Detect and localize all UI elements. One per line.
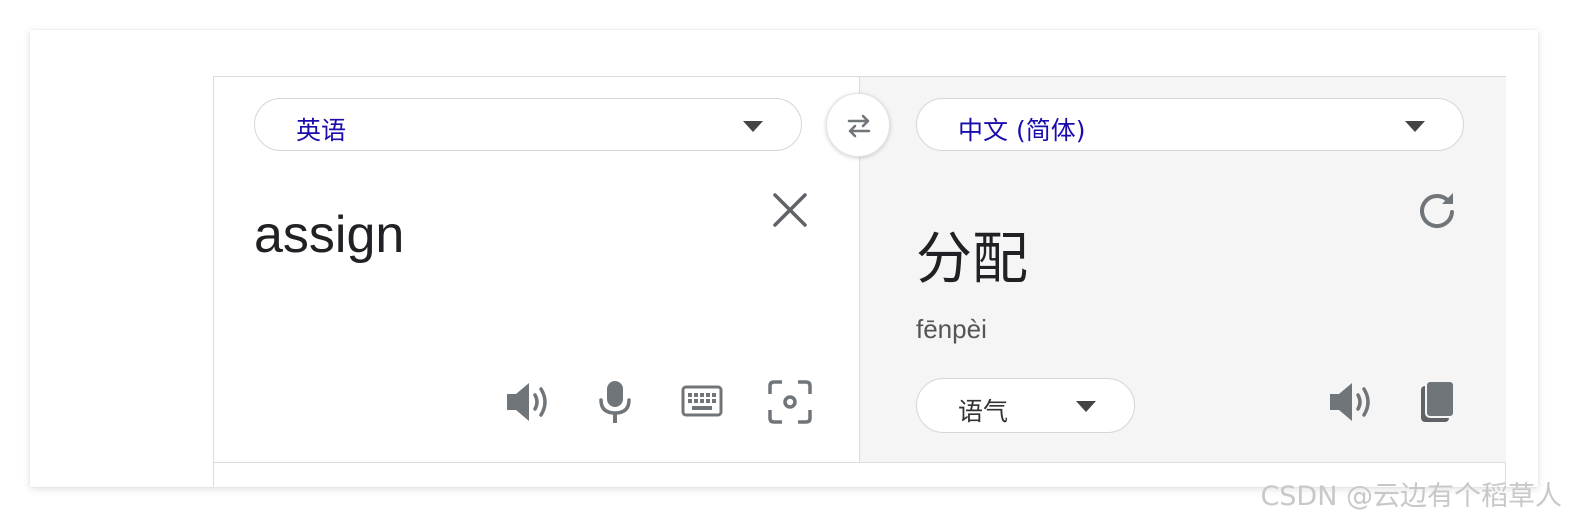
target-language-select[interactable]: 中文 (简体)	[916, 98, 1464, 151]
microphone-icon[interactable]	[598, 380, 632, 429]
chevron-down-icon	[743, 121, 763, 132]
refresh-icon[interactable]	[1417, 190, 1457, 235]
pinyin-text: fēnpèi	[916, 314, 987, 344]
speaker-icon[interactable]	[1328, 381, 1374, 428]
source-language-label: 英语	[296, 116, 347, 145]
tone-select[interactable]: 语气	[916, 378, 1135, 433]
source-language-select[interactable]: 英语	[254, 98, 802, 151]
copy-icon[interactable]	[1419, 380, 1455, 429]
keyboard-icon[interactable]	[681, 385, 723, 422]
translator-widget: 英语 assign 中文 (简体) 分配 fēnpèi 语气	[213, 76, 1506, 487]
speaker-icon[interactable]	[505, 381, 551, 428]
divider	[214, 462, 1505, 463]
swap-languages-button[interactable]	[826, 93, 890, 157]
watermark: CSDN @云边有个稻草人	[1260, 481, 1562, 512]
translate-card: 英语 assign 中文 (简体) 分配 fēnpèi 语气	[30, 30, 1538, 487]
tone-label: 语气	[958, 397, 1009, 426]
target-language-label: 中文 (简体)	[958, 116, 1086, 145]
camera-scan-icon[interactable]	[768, 380, 812, 429]
source-text-input[interactable]: assign	[254, 205, 404, 265]
target-pane: 中文 (简体) 分配 fēnpèi 语气	[859, 77, 1506, 462]
chevron-down-icon	[1405, 121, 1425, 132]
translated-text: 分配	[916, 227, 1028, 292]
source-pane: 英语 assign	[214, 77, 859, 462]
close-icon[interactable]	[772, 192, 808, 233]
chevron-down-icon	[1076, 401, 1096, 412]
